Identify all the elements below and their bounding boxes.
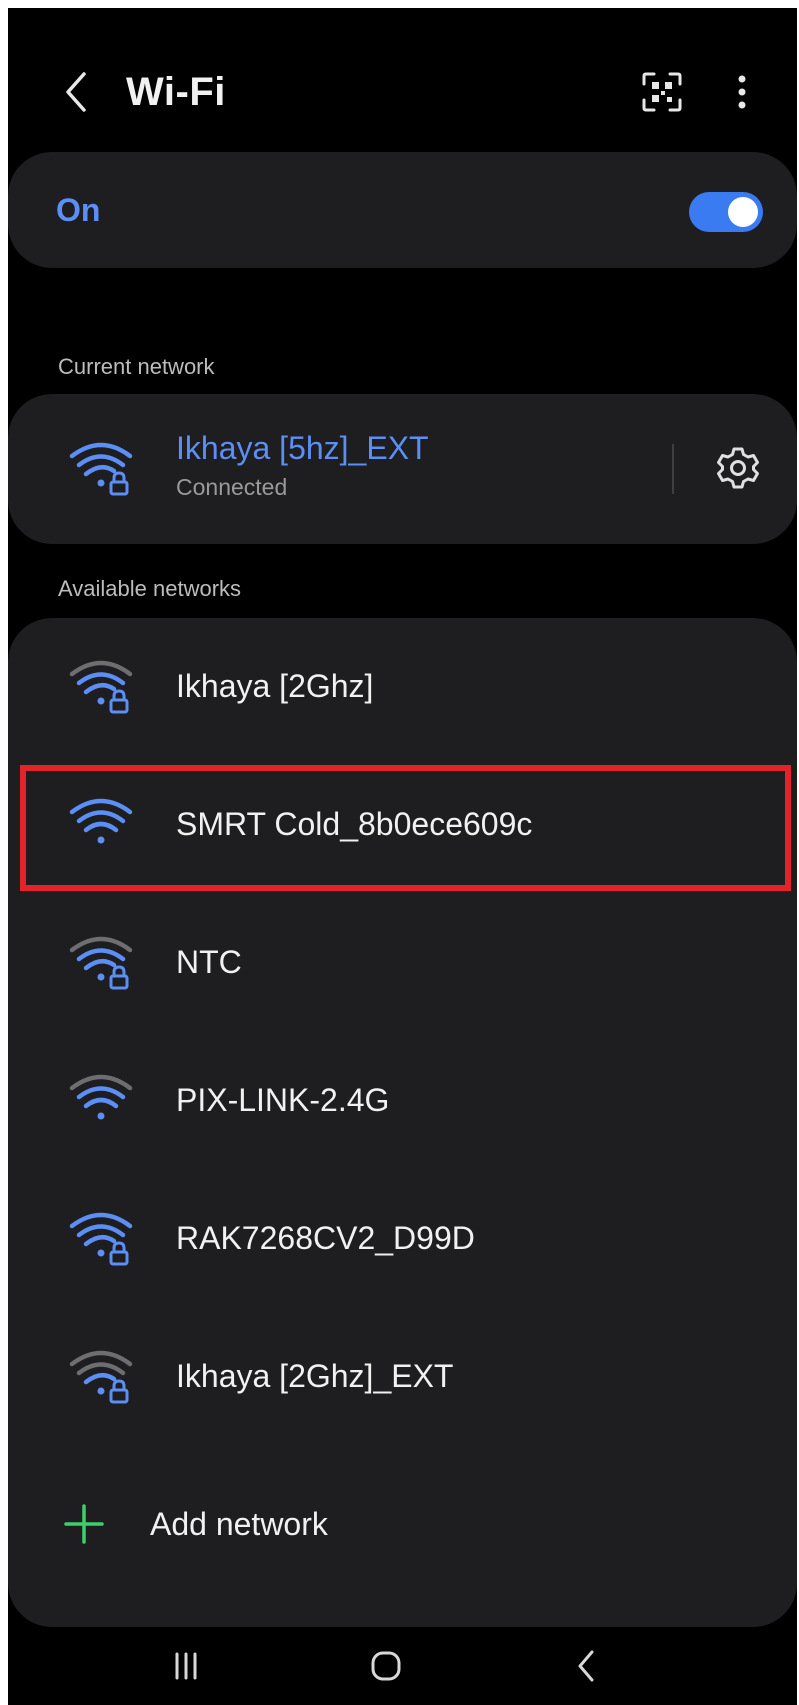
wifi-locked-icon <box>69 1350 133 1404</box>
current-network-card: Ikhaya [5hz]_EXT Connected <box>8 394 797 544</box>
network-item[interactable]: RAK7268CV2_D99D <box>8 1170 797 1310</box>
add-network-label: Add network <box>150 1506 328 1542</box>
qr-scan-button[interactable] <box>634 64 690 120</box>
wifi-state-label: On <box>56 192 101 228</box>
chevron-left-icon <box>66 72 86 112</box>
current-network-row[interactable]: Ikhaya [5hz]_EXT Connected <box>8 394 797 544</box>
divider <box>672 444 674 494</box>
toggle-knob <box>728 197 758 227</box>
wifi-locked-icon <box>69 1212 133 1266</box>
network-name: SMRT Cold_8b0ece609c <box>176 806 533 842</box>
recent-apps-button[interactable] <box>146 1636 226 1696</box>
home-icon <box>371 1651 401 1681</box>
current-network-status: Connected <box>176 474 288 500</box>
back-nav-button[interactable] <box>546 1636 626 1696</box>
recent-apps-icon <box>175 1652 197 1680</box>
network-item[interactable]: PIX-LINK-2.4G <box>8 1032 797 1172</box>
current-network-name: Ikhaya [5hz]_EXT <box>176 430 429 466</box>
network-name: RAK7268CV2_D99D <box>176 1220 475 1256</box>
qr-scan-icon <box>642 72 682 112</box>
app-bar: Wi-Fi <box>8 8 797 168</box>
available-networks-card: Ikhaya [2Ghz] SMRT Cold_8b0ece609c NTC P… <box>8 618 797 1627</box>
network-name: PIX-LINK-2.4G <box>176 1082 390 1118</box>
network-item[interactable]: Ikhaya [2Ghz]_EXT <box>8 1308 797 1448</box>
network-name: NTC <box>176 944 242 980</box>
available-networks-heading: Available networks <box>58 576 242 601</box>
network-item[interactable]: Ikhaya [2Ghz] <box>8 618 797 758</box>
network-name: Ikhaya [2Ghz]_EXT <box>176 1358 454 1394</box>
network-item[interactable]: NTC <box>8 894 797 1034</box>
network-settings-button[interactable] <box>708 438 768 498</box>
network-item[interactable]: SMRT Cold_8b0ece609c <box>8 756 797 896</box>
wifi-toggle-switch[interactable] <box>689 192 763 232</box>
wifi-master-toggle-row[interactable]: On <box>8 152 797 268</box>
wifi-icon <box>69 1074 133 1120</box>
phone-screen: Wi-Fi On Current network Ikhaya [5hz]_EX… <box>8 8 797 1705</box>
network-name: Ikhaya [2Ghz] <box>176 668 374 704</box>
home-button[interactable] <box>346 1636 426 1696</box>
add-network-button[interactable]: Add network <box>8 1472 797 1572</box>
wifi-locked-icon <box>69 442 133 496</box>
more-options-button[interactable] <box>722 64 762 120</box>
back-arrow-icon <box>578 1650 594 1682</box>
gear-icon <box>717 447 759 489</box>
current-network-heading: Current network <box>58 354 215 379</box>
wifi-icon <box>69 798 133 844</box>
wifi-locked-icon <box>69 660 133 714</box>
plus-icon <box>64 1504 104 1544</box>
wifi-locked-icon <box>69 936 133 990</box>
system-navigation-bar <box>8 1628 797 1705</box>
back-button[interactable] <box>52 60 100 124</box>
page-title: Wi-Fi <box>126 70 226 114</box>
more-vertical-icon <box>738 75 746 109</box>
